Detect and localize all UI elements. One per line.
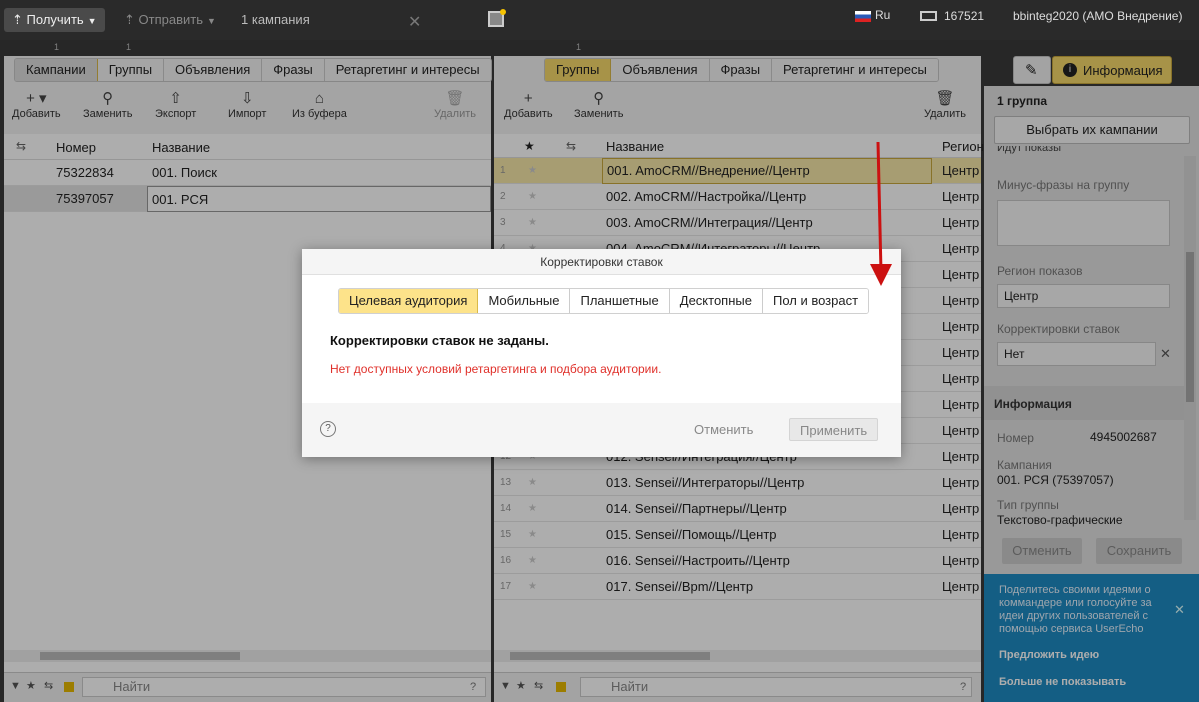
- account-name[interactable]: bbinteg2020 (АМО Внедрение): [1013, 9, 1182, 23]
- tab-mobile[interactable]: Мобильные: [478, 289, 571, 313]
- receive-label: Получить: [26, 12, 84, 27]
- balance: 167521: [944, 9, 985, 23]
- tab-target-audience[interactable]: Целевая аудитория: [339, 289, 479, 313]
- campaigns-count: 1 кампания: [241, 12, 310, 27]
- warning-message: Нет доступных условий ретаргетинга и под…: [330, 362, 662, 376]
- tab-desktop[interactable]: Десктопные: [669, 289, 763, 313]
- tab-tablet[interactable]: Планшетные: [570, 289, 670, 313]
- annotation-arrow-icon: [870, 141, 892, 286]
- apply-button[interactable]: Применить: [789, 418, 879, 441]
- tab-gender-age[interactable]: Пол и возраст: [762, 289, 869, 313]
- receive-button[interactable]: ⇡ Получить ▼: [4, 8, 105, 32]
- chevron-down-icon: ▼: [87, 16, 97, 26]
- no-adjustments-message: Корректировки ставок не заданы.: [330, 333, 549, 348]
- send-button[interactable]: ⇡ Отправить ▼: [116, 8, 224, 32]
- chevron-down-icon: ▼: [207, 16, 216, 26]
- flag-ru-icon: [855, 11, 871, 22]
- help-icon[interactable]: ?: [320, 421, 336, 437]
- send-label: Отправить: [138, 12, 203, 27]
- dialog-tabs: Целевая аудитория Мобильные Планшетные Д…: [338, 288, 870, 314]
- dialog-title: Корректировки ставок: [302, 249, 901, 275]
- notification-dot-icon: [500, 9, 506, 15]
- battery-icon: [920, 11, 937, 21]
- bid-adjustments-dialog: Корректировки ставок Целевая аудитория М…: [302, 249, 901, 457]
- receive-icon: ⇡: [12, 12, 23, 27]
- top-toolbar: ⇡ Получить ▼ ⇡ Отправить ▼ 1 кампания ✕ Ru…: [0, 0, 1199, 40]
- language-selector[interactable]: Ru: [875, 8, 890, 22]
- cancel-button[interactable]: Отменить: [684, 418, 763, 441]
- dialog-footer: ? Отменить Применить: [302, 403, 901, 457]
- close-icon[interactable]: ✕: [408, 12, 421, 32]
- send-icon: ⇡: [124, 12, 135, 27]
